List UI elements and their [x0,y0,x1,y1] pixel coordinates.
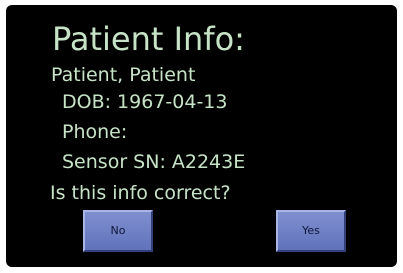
patient-phone: Phone: [62,121,128,143]
no-button[interactable]: No [83,210,153,252]
page-title: Patient Info: [52,20,245,58]
patient-dob: DOB: 1967-04-13 [62,91,228,113]
confirmation-question: Is this info correct? [50,182,231,204]
device-screen: Patient Info: Patient, Patient DOB: 1967… [6,5,397,267]
sensor-serial-number: Sensor SN: A2243E [62,151,246,173]
patient-name: Patient, Patient [51,64,196,86]
yes-button[interactable]: Yes [276,210,346,252]
